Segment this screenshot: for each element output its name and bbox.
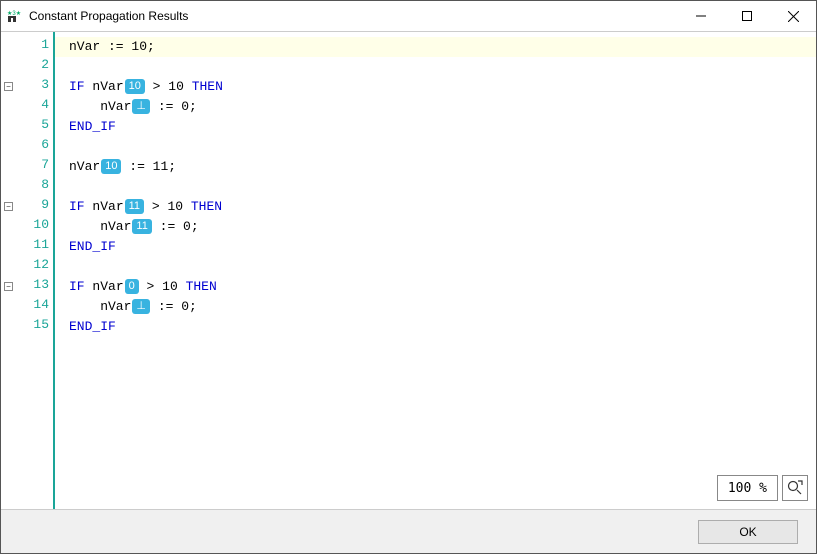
line-number: 3 [19,77,49,92]
keyword: END_IF [69,239,116,254]
keyword: THEN [191,199,222,214]
code-text: > 10 [145,79,192,94]
line-number: 9 [19,197,49,212]
code-text: > 10 [144,199,191,214]
zoom-level[interactable]: 100 % [717,475,778,501]
bottom-bar: OK [1,509,816,553]
value-badge: ⊥ [132,299,150,314]
code-text: nVar [69,159,100,174]
code-line: IF nVar11 > 10 THEN [69,197,222,217]
code-text: nVar [69,99,131,114]
minimize-button[interactable] [678,1,724,31]
code-text: nVar := 10; [69,39,155,54]
fold-toggle[interactable]: − [4,82,13,91]
line-number-gutter: 123456789101112131415 [19,32,55,509]
keyword: END_IF [69,319,116,334]
code-text: := 0; [150,299,197,314]
line-number: 10 [19,217,49,232]
keyword: THEN [186,279,217,294]
keyword: IF [69,199,85,214]
value-badge: 11 [132,219,151,234]
fold-toggle[interactable]: − [4,202,13,211]
code-line: IF nVar0 > 10 THEN [69,277,217,297]
line-number: 7 [19,157,49,172]
value-badge: 0 [125,279,139,294]
code-line: nVar⊥ := 0; [69,97,197,117]
value-badge: 11 [125,199,144,214]
code-area[interactable]: nVar := 10;IF nVar10 > 10 THEN nVar⊥ := … [55,32,816,509]
code-text: := 11; [121,159,176,174]
ok-button-label: OK [739,525,756,539]
code-text: := 0; [152,219,199,234]
app-icon: ★3★ [5,7,23,25]
line-number: 11 [19,237,49,252]
keyword: END_IF [69,119,116,134]
code-text: nVar [85,79,124,94]
line-number: 12 [19,257,49,272]
code-text: nVar [85,279,124,294]
titlebar: ★3★ Constant Propagation Results [1,1,816,31]
code-line: nVar11 := 0; [69,217,199,237]
code-text: nVar [69,219,131,234]
line-number: 15 [19,317,49,332]
code-line: nVar10 := 11; [69,157,176,177]
line-number: 5 [19,117,49,132]
line-number: 13 [19,277,49,292]
window-title: Constant Propagation Results [29,9,188,23]
fold-toggle[interactable]: − [4,282,13,291]
ok-button[interactable]: OK [698,520,798,544]
line-number: 2 [19,57,49,72]
code-line: END_IF [69,317,116,337]
keyword: THEN [192,79,223,94]
code-text: nVar [69,299,131,314]
editor-area: −−− 123456789101112131415 nVar := 10;IF … [1,31,816,509]
svg-text:★3★: ★3★ [7,10,21,17]
zoom-label: 100 % [728,481,767,496]
value-badge: 10 [101,159,121,174]
fold-gutter: − − − [1,32,19,509]
code-text: > 10 [139,279,186,294]
value-badge: 10 [125,79,145,94]
line-number: 8 [19,177,49,192]
code-text: nVar [85,199,124,214]
code-line: nVar := 10; [55,37,816,57]
code-line: nVar⊥ := 0; [69,297,197,317]
line-number: 6 [19,137,49,152]
close-button[interactable] [770,1,816,31]
line-number: 4 [19,97,49,112]
line-number: 1 [19,37,49,52]
line-number: 14 [19,297,49,312]
code-line: IF nVar10 > 10 THEN [69,77,223,97]
value-badge: ⊥ [132,99,150,114]
zoom-tool-button[interactable] [782,475,808,501]
code-line: END_IF [69,237,116,257]
maximize-button[interactable] [724,1,770,31]
code-text: := 0; [150,99,197,114]
keyword: IF [69,279,85,294]
code-line: END_IF [69,117,116,137]
window: ★3★ Constant Propagation Results −−− 123… [0,0,817,554]
keyword: IF [69,79,85,94]
